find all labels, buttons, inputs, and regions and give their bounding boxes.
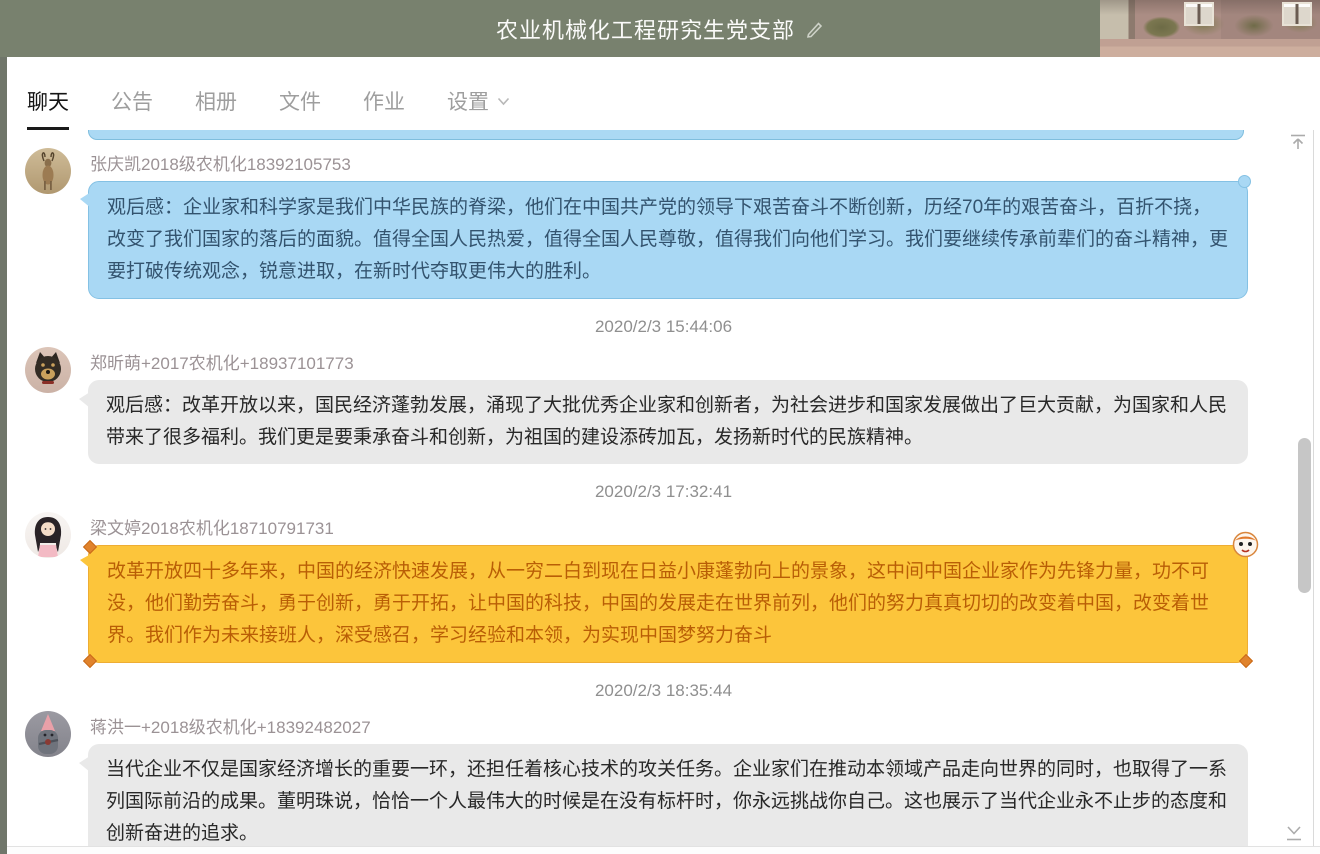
tab-album[interactable]: 相册 (195, 86, 237, 130)
bubble-pin-decoration (1239, 654, 1253, 668)
sender-name[interactable]: 郑昕萌+2017农机化+18937101773 (90, 349, 1248, 374)
message-text: 改革开放四十多年来，中国的经济快速发展，从一穷二白到现在日益小康蓬勃向上的景象，… (107, 561, 1209, 646)
pink-character-avatar-image (25, 711, 71, 757)
tab-bar: 聊天 公告 相册 文件 作业 设置 (7, 57, 1320, 130)
dog-avatar-image (25, 347, 71, 393)
message-bubble-gray[interactable]: 当代企业不仅是国家经济增长的重要一环，还担任着核心技术的攻关任务。企业家们在推动… (88, 744, 1248, 846)
sender-name[interactable]: 蒋洪一+2018级农机化+18392482027 (90, 713, 1248, 738)
chevron-down-icon (497, 97, 510, 106)
message-bubble-blue[interactable]: 观后感：企业家和科学家是我们中华民族的脊梁，他们在中国共产党的领导下艰苦奋斗不断… (88, 181, 1248, 299)
bubble-corner-decoration (1238, 175, 1251, 188)
chat-message: 蒋洪一+2018级农机化+18392482027 当代企业不仅是国家经济增长的重… (25, 711, 1320, 846)
header-cover-photo (1100, 0, 1320, 57)
tab-settings[interactable]: 设置 (447, 86, 510, 130)
scroll-to-bottom-icon[interactable] (1284, 824, 1304, 842)
message-bubble-gold[interactable]: 改革开放四十多年来，中国的经济快速发展，从一穷二白到现在日益小康蓬勃向上的景象，… (88, 545, 1248, 663)
chat-bottom-edge (7, 846, 1320, 854)
message-text: 观后感：改革开放以来，国民经济蓬勃发展，涌现了大批优秀企业家和创新者，为社会进步… (106, 395, 1227, 448)
scrollbar-thumb[interactable] (1298, 438, 1311, 593)
group-title-text: 农业机械化工程研究生党支部 (496, 13, 795, 45)
opera-mask-icon (1232, 531, 1259, 558)
chat-right-border (1313, 130, 1314, 846)
chat-message-list[interactable]: 张庆凯2018级农机化18392105753 观后感：企业家和科学家是我们中华民… (7, 130, 1320, 846)
chat-message: 郑昕萌+2017农机化+18937101773 观后感：改革开放以来，国民经济蓬… (25, 347, 1320, 464)
timestamp: 2020/2/3 17:32:41 (7, 482, 1320, 502)
deer-avatar-image (25, 148, 71, 194)
group-title: 农业机械化工程研究生党支部 (496, 13, 824, 45)
edit-title-pencil-icon[interactable] (805, 19, 824, 38)
window-left-edge (0, 57, 7, 854)
bubble-pin-decoration (83, 654, 97, 668)
message-text: 当代企业不仅是国家经济增长的重要一环，还担任着核心技术的攻关任务。企业家们在推动… (106, 759, 1227, 844)
tab-homework[interactable]: 作业 (363, 86, 405, 130)
avatar[interactable] (25, 512, 71, 558)
bubble-pin-decoration (83, 540, 97, 554)
avatar[interactable] (25, 711, 71, 757)
sender-name[interactable]: 张庆凯2018级农机化18392105753 (90, 150, 1248, 175)
avatar[interactable] (25, 148, 71, 194)
sender-name[interactable]: 梁文婷2018农机化18710791731 (90, 514, 1248, 539)
tab-announcements[interactable]: 公告 (111, 86, 153, 130)
group-header: 农业机械化工程研究生党支部 (0, 0, 1320, 57)
avatar[interactable] (25, 347, 71, 393)
scroll-to-top-icon[interactable] (1288, 133, 1308, 151)
timestamp: 2020/2/3 15:44:06 (7, 317, 1320, 337)
tab-chat[interactable]: 聊天 (27, 86, 69, 130)
chat-message: 梁文婷2018农机化18710791731 改革开放四十多年来，中国的经济快速发… (25, 512, 1320, 663)
tab-files[interactable]: 文件 (279, 86, 321, 130)
previous-message-bubble-partial (88, 130, 1244, 140)
message-text: 观后感：企业家和科学家是我们中华民族的脊梁，他们在中国共产党的领导下艰苦奋斗不断… (107, 197, 1228, 282)
timestamp: 2020/2/3 18:35:44 (7, 681, 1320, 701)
girl-avatar-image (25, 512, 71, 558)
message-bubble-gray[interactable]: 观后感：改革开放以来，国民经济蓬勃发展，涌现了大批优秀企业家和创新者，为社会进步… (88, 380, 1248, 464)
chat-message: 张庆凯2018级农机化18392105753 观后感：企业家和科学家是我们中华民… (25, 148, 1320, 299)
